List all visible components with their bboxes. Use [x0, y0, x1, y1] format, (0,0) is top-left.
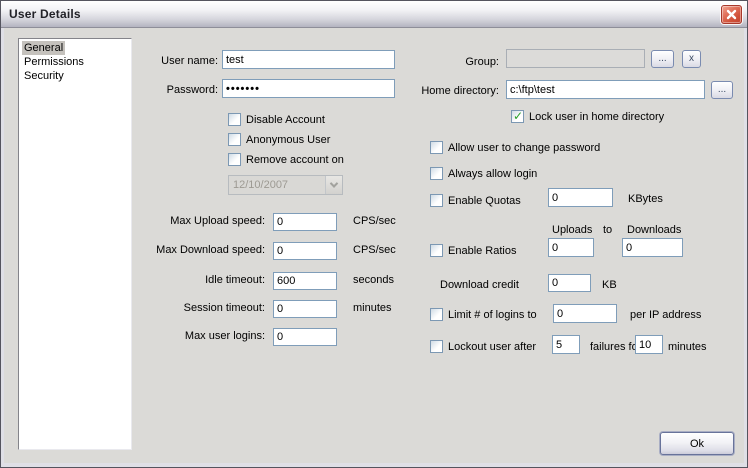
lockout-checkbox[interactable]	[430, 340, 443, 353]
sidebar-item-permissions[interactable]: Permissions	[22, 55, 128, 69]
title-bar[interactable]: User Details	[1, 1, 747, 28]
home-directory-browse-button[interactable]: ...	[711, 81, 733, 99]
session-timeout-label: Session timeout:	[84, 302, 265, 315]
session-timeout-unit: minutes	[353, 302, 392, 314]
lockout-between-label: failures for	[590, 341, 641, 353]
download-credit-input[interactable]	[548, 274, 591, 292]
idle-timeout-label: Idle timeout:	[84, 274, 265, 287]
sidebar-item-security[interactable]: Security	[22, 69, 128, 83]
lock-home-checkbox[interactable]	[511, 110, 524, 123]
limit-logins-input[interactable]	[553, 304, 617, 323]
dialog-content: General Permissions Security User name: …	[4, 28, 744, 463]
close-button[interactable]	[721, 5, 742, 24]
max-download-input[interactable]	[273, 242, 337, 260]
disable-account-label: Disable Account	[246, 114, 325, 127]
ok-button[interactable]: Ok	[660, 432, 734, 455]
chevron-down-icon	[330, 179, 338, 187]
home-directory-label: Home directory:	[379, 85, 499, 98]
quota-unit: KBytes	[628, 193, 663, 205]
ratio-downloads-input[interactable]	[622, 238, 683, 257]
home-directory-input[interactable]	[506, 80, 705, 99]
lockout-minutes-input[interactable]	[635, 335, 663, 354]
anonymous-user-checkbox[interactable]	[228, 133, 241, 146]
combo-dropdown-button	[325, 176, 342, 194]
sidebar-item-general[interactable]: General	[22, 41, 128, 55]
enable-ratios-label: Enable Ratios	[448, 245, 517, 258]
max-upload-label: Max Upload speed:	[84, 215, 265, 228]
allow-change-password-label: Allow user to change password	[448, 142, 600, 155]
allow-change-password-checkbox[interactable]	[430, 141, 443, 154]
download-credit-unit: KB	[602, 279, 617, 291]
ratios-downloads-header: Downloads	[627, 224, 681, 237]
session-timeout-input[interactable]	[273, 300, 337, 318]
always-allow-login-label: Always allow login	[448, 168, 537, 181]
remove-date-value: 12/10/2007	[229, 179, 325, 191]
enable-quotas-label: Enable Quotas	[448, 195, 521, 208]
lock-home-label: Lock user in home directory	[529, 111, 664, 124]
download-credit-label: Download credit	[440, 279, 519, 292]
max-download-unit: CPS/sec	[353, 244, 396, 256]
lockout-suffix: minutes	[668, 341, 707, 353]
user-details-dialog: User Details General Permissions Securit…	[0, 0, 748, 468]
idle-timeout-input[interactable]	[273, 272, 337, 290]
close-icon	[726, 9, 737, 20]
disable-account-checkbox[interactable]	[228, 113, 241, 126]
max-upload-unit: CPS/sec	[353, 215, 396, 227]
max-upload-input[interactable]	[273, 213, 337, 231]
group-browse-button[interactable]: ...	[651, 50, 674, 68]
remove-account-label: Remove account on	[246, 154, 344, 167]
max-download-label: Max Download speed:	[84, 244, 265, 257]
ratios-to-label: to	[603, 224, 612, 237]
max-logins-input[interactable]	[273, 328, 337, 346]
password-input[interactable]	[222, 79, 395, 98]
anonymous-user-label: Anonymous User	[246, 134, 330, 147]
enable-ratios-checkbox[interactable]	[430, 244, 443, 257]
remove-account-checkbox[interactable]	[228, 153, 241, 166]
remove-date-combo: 12/10/2007	[228, 175, 343, 195]
ratio-uploads-input[interactable]	[548, 238, 594, 257]
quota-input[interactable]	[548, 188, 613, 207]
ratios-uploads-header: Uploads	[552, 224, 592, 237]
lockout-label: Lockout user after	[448, 341, 536, 354]
username-label: User name:	[124, 55, 218, 68]
limit-logins-label: Limit # of logins to	[448, 309, 537, 322]
lockout-failures-input[interactable]	[552, 335, 580, 354]
enable-quotas-checkbox[interactable]	[430, 194, 443, 207]
password-label: Password:	[124, 84, 218, 97]
group-clear-button[interactable]: x	[682, 50, 701, 68]
window-title: User Details	[9, 7, 81, 21]
group-input	[506, 49, 645, 68]
always-allow-login-checkbox[interactable]	[430, 167, 443, 180]
limit-logins-suffix: per IP address	[630, 309, 701, 321]
group-label: Group:	[424, 56, 499, 69]
idle-timeout-unit: seconds	[353, 274, 394, 286]
limit-logins-checkbox[interactable]	[430, 308, 443, 321]
username-input[interactable]	[222, 50, 395, 69]
max-logins-label: Max user logins:	[84, 330, 265, 343]
